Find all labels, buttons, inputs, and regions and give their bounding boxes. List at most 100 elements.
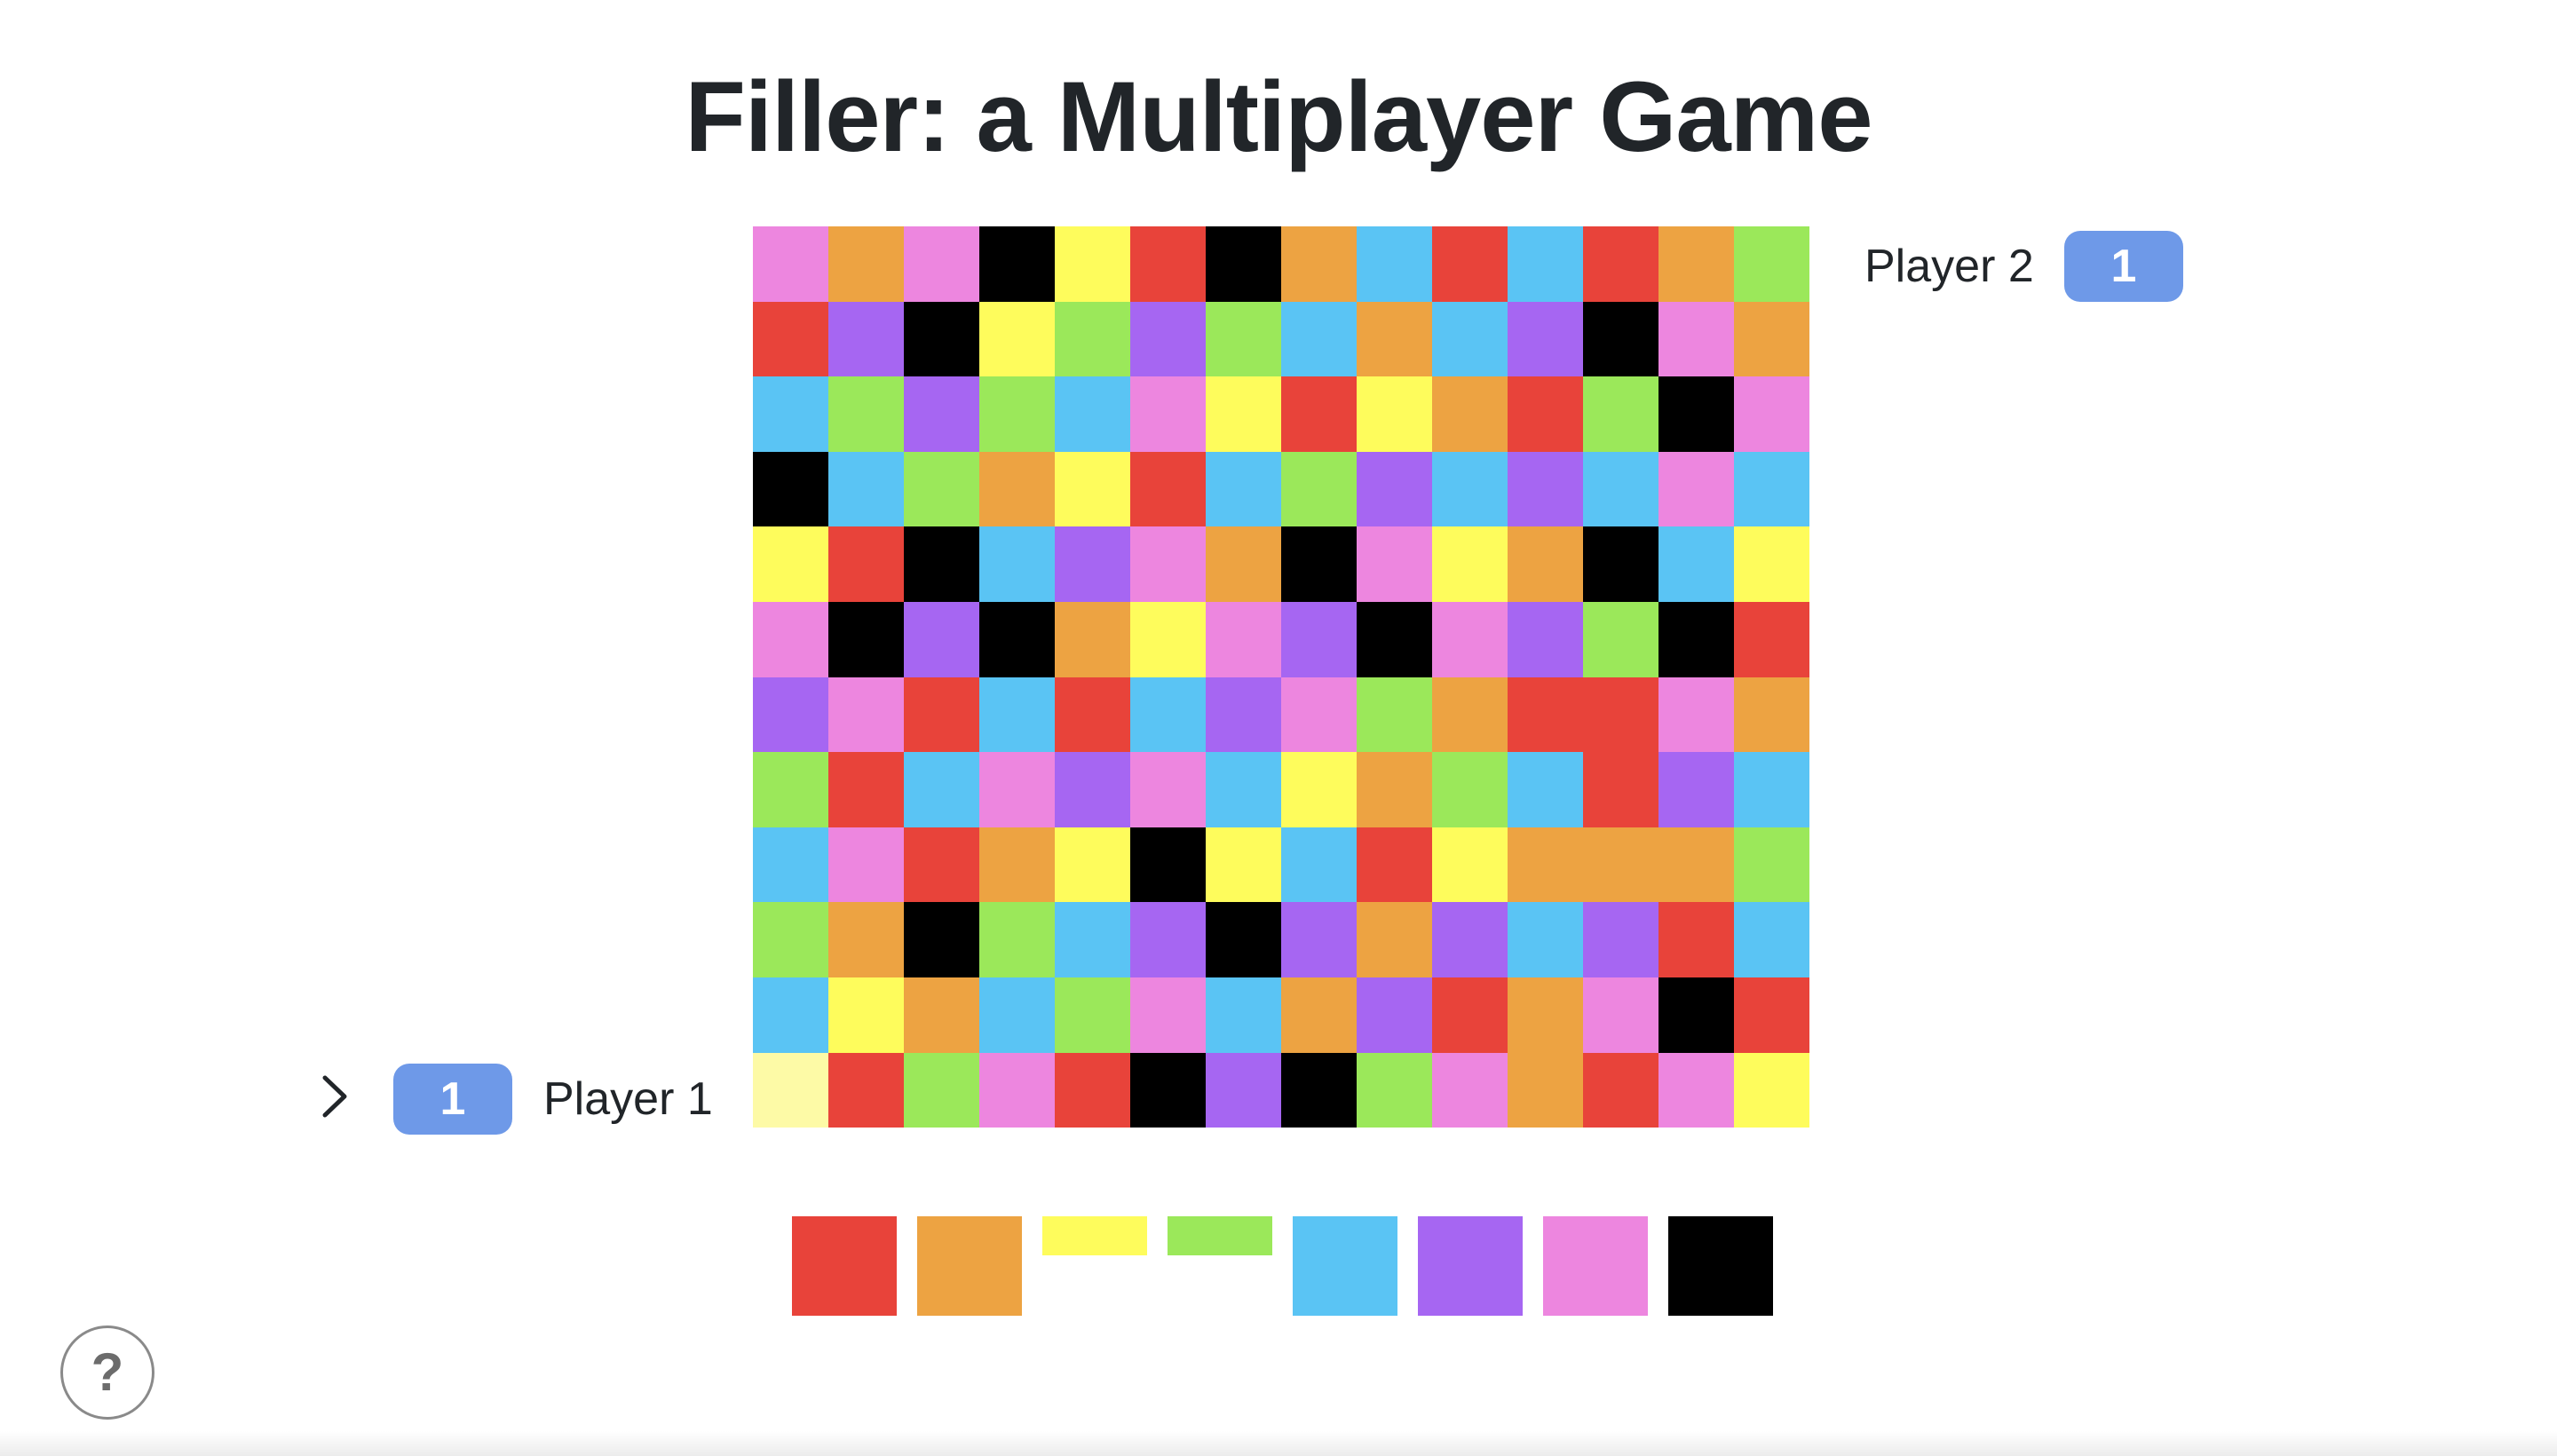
board-cell (1281, 902, 1357, 977)
board-cell (1658, 902, 1734, 977)
board-cell (979, 376, 1055, 452)
board-cell (828, 526, 904, 602)
board-cell (1281, 977, 1357, 1053)
board-cell (979, 827, 1055, 903)
board-cell (979, 1052, 1055, 1128)
color-choice-pink[interactable] (1543, 1216, 1648, 1316)
board-cell (1583, 752, 1658, 827)
color-choice-black[interactable] (1668, 1216, 1773, 1316)
board-cell (1583, 376, 1658, 452)
board-cell (753, 977, 828, 1053)
board-cell (904, 526, 979, 602)
page-title: Filler: a Multiplayer Game (685, 61, 1872, 172)
board-cell (1130, 902, 1206, 977)
board-cell (1432, 752, 1508, 827)
board-cell (1055, 977, 1130, 1053)
color-choice-orange[interactable] (917, 1216, 1022, 1316)
board-cell (1508, 451, 1583, 527)
board-cell (1357, 376, 1432, 452)
board-cell (828, 902, 904, 977)
board-cell (1508, 601, 1583, 677)
board-cell (1130, 677, 1206, 753)
board-cell (1734, 1052, 1809, 1128)
board-cell (1055, 451, 1130, 527)
board-cell (1206, 451, 1281, 527)
color-choice-blue[interactable] (1293, 1216, 1397, 1316)
board-cell (904, 376, 979, 452)
board-cell (1130, 526, 1206, 602)
board-cell (1508, 1052, 1583, 1128)
board-cell (1734, 526, 1809, 602)
board-cell (1734, 376, 1809, 452)
board-cell (1055, 827, 1130, 903)
board-cell (1508, 752, 1583, 827)
board-cell (828, 827, 904, 903)
board-cell (1432, 977, 1508, 1053)
board-cell (1508, 226, 1583, 302)
board-cell (979, 902, 1055, 977)
board-cell (1583, 902, 1658, 977)
board-cell (1432, 226, 1508, 302)
help-button[interactable]: ? (60, 1325, 154, 1420)
board-cell (1432, 827, 1508, 903)
player-2-name: Player 2 (1864, 241, 2034, 292)
board-cell (1658, 1052, 1734, 1128)
board-cell (904, 1052, 979, 1128)
board-cell (1508, 376, 1583, 452)
board-cell (1130, 752, 1206, 827)
board-cell (1130, 827, 1206, 903)
chevron-right-icon (322, 1075, 347, 1118)
board-cell (1508, 677, 1583, 753)
board-cell (1130, 376, 1206, 452)
board-cell (1130, 601, 1206, 677)
board-cell (1357, 752, 1432, 827)
board-cell (753, 601, 828, 677)
board-cell (1734, 677, 1809, 753)
board-cell (828, 1052, 904, 1128)
board-cell (1055, 601, 1130, 677)
color-choice-red[interactable] (792, 1216, 897, 1316)
board-cell (979, 526, 1055, 602)
board-cell (1357, 1052, 1432, 1128)
board-cell (1206, 677, 1281, 753)
board-cell (1281, 827, 1357, 903)
board-cell (828, 226, 904, 302)
board-cell (1658, 827, 1734, 903)
board-cell (1508, 827, 1583, 903)
board-cell (1206, 902, 1281, 977)
board-cell (753, 226, 828, 302)
board-cell (1055, 226, 1130, 302)
board-cell (1432, 601, 1508, 677)
board-cell (1055, 752, 1130, 827)
board-cell (1734, 902, 1809, 977)
board-cell (753, 376, 828, 452)
board-cell (1432, 1052, 1508, 1128)
board-cell (904, 902, 979, 977)
page-bottom-edge (0, 1431, 2557, 1456)
board-cell (1130, 977, 1206, 1053)
board-cell (1357, 526, 1432, 602)
board-cell (1055, 677, 1130, 753)
board-cell (904, 677, 979, 753)
board-cell (1206, 827, 1281, 903)
board-cell (1583, 526, 1658, 602)
board-cell (828, 677, 904, 753)
color-choice-purple[interactable] (1418, 1216, 1523, 1316)
board-cell (1658, 526, 1734, 602)
board-cell (979, 301, 1055, 377)
board-cell (1130, 301, 1206, 377)
board-cell (1508, 902, 1583, 977)
player-1-score-badge: 1 (393, 1064, 512, 1135)
board-cell (1281, 526, 1357, 602)
board-cell (1508, 301, 1583, 377)
board-cell (1055, 1052, 1130, 1128)
board-cell (828, 977, 904, 1053)
board-cell (1583, 677, 1658, 753)
board-cell (1206, 376, 1281, 452)
board-cell (979, 601, 1055, 677)
board-cell (1281, 301, 1357, 377)
board-cell (1658, 601, 1734, 677)
board-cell (753, 1052, 828, 1128)
board-cell (1206, 1052, 1281, 1128)
board-cell (753, 827, 828, 903)
